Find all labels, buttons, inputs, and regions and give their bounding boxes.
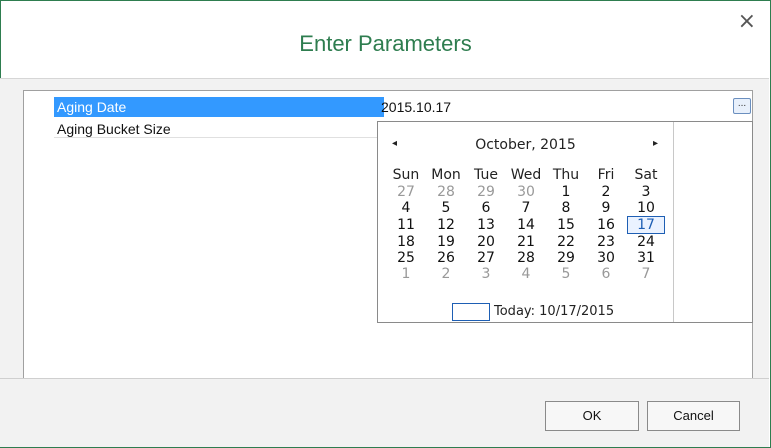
calendar-day[interactable]: 17: [626, 216, 666, 234]
next-month-icon[interactable]: ▸: [653, 138, 658, 149]
month-calendar: ◂ October, 2015 ▸ Sun Mon Tue Wed Thu Fr…: [378, 122, 674, 322]
dialog-title: Enter Parameters: [299, 31, 472, 56]
calendar-day[interactable]: 28: [506, 250, 546, 266]
calendar-day[interactable]: 10: [626, 200, 666, 216]
weekday-label: Thu: [552, 167, 580, 183]
aging-date-value[interactable]: 2015.10.17: [378, 97, 753, 117]
calendar-day[interactable]: 6: [466, 200, 506, 216]
calendar-day[interactable]: 1: [546, 184, 586, 200]
calendar-week-row: 25 26 27 28 29 30 31: [386, 250, 666, 266]
calendar-day[interactable]: 22: [546, 234, 586, 250]
cancel-button[interactable]: Cancel: [647, 401, 740, 431]
weekday-label: Wed: [510, 167, 542, 183]
calendar-day[interactable]: 29: [546, 250, 586, 266]
weekday-header-row: Sun Mon Tue Wed Thu Fri Sat: [386, 166, 666, 184]
calendar-day[interactable]: 6: [586, 266, 626, 282]
today-link[interactable]: Today: 10/17/2015: [494, 304, 614, 319]
calendar-month-title[interactable]: October, 2015: [378, 137, 673, 153]
calendar-day[interactable]: 26: [426, 250, 466, 266]
calendar-week-row: 27 28 29 30 1 2 3: [386, 184, 666, 200]
calendar-day[interactable]: 20: [466, 234, 506, 250]
calendar-day[interactable]: 16: [586, 216, 626, 234]
close-icon[interactable]: ×: [738, 11, 756, 33]
calendar-day[interactable]: 25: [386, 250, 426, 266]
calendar-week-row: 18 19 20 21 22 23 24: [386, 234, 666, 250]
calendar-day[interactable]: 29: [466, 184, 506, 200]
calendar-day[interactable]: 5: [426, 200, 466, 216]
calendar-grid: Sun Mon Tue Wed Thu Fri Sat 27 28 29 30 1 2 3 4…: [386, 166, 666, 282]
calendar-day[interactable]: 4: [506, 266, 546, 282]
calendar-dropdown: ◂ October, 2015 ▸ Sun Mon Tue Wed Thu Fr…: [377, 121, 753, 323]
property-name[interactable]: Aging Date: [54, 97, 384, 117]
date-picker-button[interactable]: ...: [733, 98, 751, 114]
today-marker[interactable]: [452, 303, 490, 321]
calendar-day[interactable]: 3: [626, 184, 666, 200]
weekday-label: Sun: [392, 167, 420, 183]
calendar-day[interactable]: 7: [506, 200, 546, 216]
calendar-day[interactable]: 30: [586, 250, 626, 266]
calendar-day[interactable]: 7: [626, 266, 666, 282]
calendar-day[interactable]: 15: [546, 216, 586, 234]
weekday-label: Tue: [474, 167, 498, 183]
row-divider: [54, 137, 377, 138]
property-name[interactable]: Aging Bucket Size: [54, 119, 384, 139]
weekday-label: Mon: [431, 167, 461, 183]
calendar-week-row: 11 12 13 14 15 16 17: [386, 216, 666, 234]
calendar-day[interactable]: 5: [546, 266, 586, 282]
calendar-day[interactable]: 28: [426, 184, 466, 200]
calendar-day[interactable]: 27: [386, 184, 426, 200]
calendar-day[interactable]: 1: [386, 266, 426, 282]
calendar-day[interactable]: 31: [626, 250, 666, 266]
calendar-day[interactable]: 13: [466, 216, 506, 234]
calendar-day[interactable]: 8: [546, 200, 586, 216]
ok-button[interactable]: OK: [545, 401, 639, 431]
calendar-day[interactable]: 21: [506, 234, 546, 250]
calendar-day[interactable]: 2: [586, 184, 626, 200]
selected-day[interactable]: 17: [627, 216, 665, 234]
calendar-day[interactable]: 27: [466, 250, 506, 266]
calendar-day[interactable]: 30: [506, 184, 546, 200]
calendar-day[interactable]: 24: [626, 234, 666, 250]
calendar-day[interactable]: 23: [586, 234, 626, 250]
calendar-day[interactable]: 11: [386, 216, 426, 234]
calendar-day[interactable]: 12: [426, 216, 466, 234]
calendar-day[interactable]: 2: [426, 266, 466, 282]
calendar-week-row: 1234567: [386, 266, 666, 282]
calendar-day[interactable]: 18: [386, 234, 426, 250]
calendar-week-row: 4 5 6 7 8 9 10: [386, 200, 666, 216]
weekday-label: Sat: [634, 167, 658, 183]
calendar-day[interactable]: 9: [586, 200, 626, 216]
calendar-day[interactable]: 19: [426, 234, 466, 250]
calendar-day[interactable]: 4: [386, 200, 426, 216]
calendar-day[interactable]: 3: [466, 266, 506, 282]
calendar-day[interactable]: 14: [506, 216, 546, 234]
weekday-label: Fri: [597, 167, 615, 183]
